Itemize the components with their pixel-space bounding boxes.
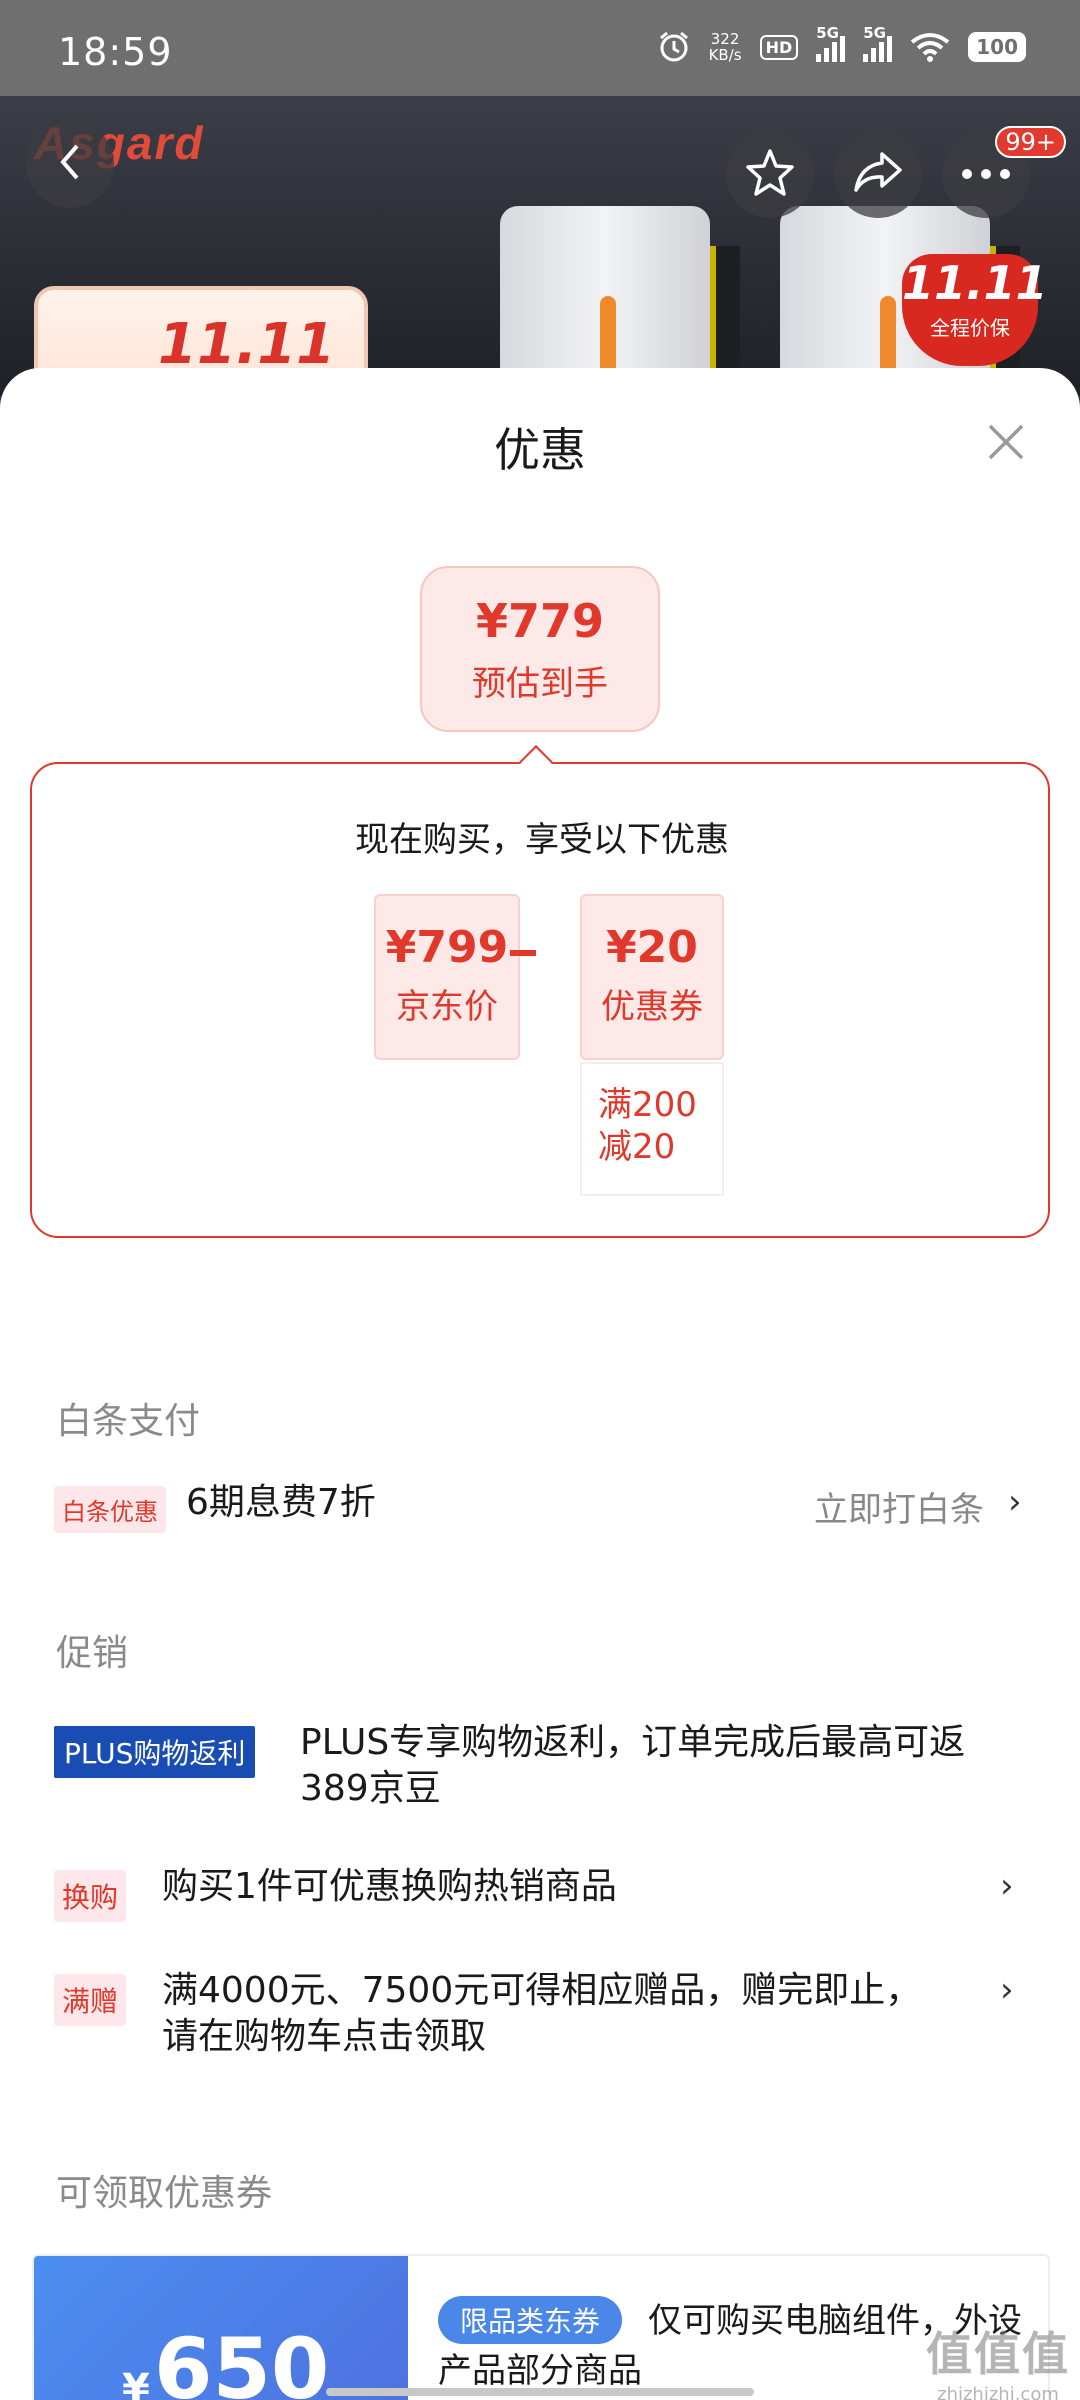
coupon-amount: 650	[154, 2320, 330, 2400]
promo-heading: 现在购买，享受以下优惠	[355, 820, 729, 860]
sheet-title: 优惠	[494, 423, 586, 477]
coupon-price: ¥20	[606, 922, 698, 973]
minus-sign	[510, 950, 536, 956]
promo-breakdown: 现在购买，享受以下优惠	[30, 762, 1050, 1238]
clock: 18:59	[58, 30, 173, 74]
price-protect-seal: 11.11 全程价保	[902, 254, 1048, 366]
product-hero: Asgard 11.11 99+ 11.11 全程价保	[0, 96, 1080, 396]
status-icons: 322 KB/s HD 5G 5G 100	[657, 24, 1026, 64]
status-bar: 18:59 322 KB/s HD 5G 5G 100	[0, 0, 1080, 96]
sim1-label: 5G	[816, 24, 839, 42]
wifi-icon	[910, 32, 950, 62]
hd-icon: HD	[759, 34, 799, 60]
sim2-label: 5G	[863, 24, 886, 42]
share-icon	[852, 150, 904, 198]
favorite-button[interactable]	[726, 130, 814, 218]
estimated-price-box: ¥779 预估到手	[420, 566, 660, 732]
chevron-right-icon: ›	[1000, 1970, 1014, 2010]
alarm-icon	[657, 30, 691, 64]
coupons-section-title: 可领取优惠券	[56, 2173, 273, 2214]
discount-sheet: 优惠 ¥779 预估到手 现在购买，享受以下优惠 ¥799 京东价 ¥20 优惠…	[0, 368, 1080, 2400]
close-button[interactable]	[984, 420, 1028, 464]
gift-text: 满4000元、7500元可得相应赠品，赠完即止，请在购物车点击领取	[162, 1970, 922, 2057]
coupon-condition: 满200 减20	[580, 1062, 724, 1196]
jd-price-label: 京东价	[396, 987, 498, 1027]
message-badge: 99+	[995, 126, 1066, 158]
network-speed-value: 322	[710, 30, 740, 48]
coupon-card[interactable]: ¥ 650 仅可购买电脑组件，外设产品部分商品 限品类东券	[32, 2254, 1050, 2400]
back-button[interactable]	[26, 120, 114, 208]
estimated-price-label: 预估到手	[472, 664, 608, 704]
exchange-text: 购买1件可优惠换购热销商品	[162, 1866, 617, 1907]
chevron-right-icon: ›	[1000, 1866, 1014, 1906]
exchange-tag: 换购	[54, 1870, 127, 1922]
baitiao-section-title: 白条支付	[56, 1401, 201, 1442]
coupon-type-tag: 限品类东券	[438, 2296, 623, 2344]
baitiao-tag: 白条优惠	[54, 1486, 166, 1533]
jd-price: ¥799	[385, 922, 509, 973]
gift-tag: 满赠	[54, 1974, 127, 2026]
signal-icon-sim2: 5G	[863, 24, 893, 62]
coupon-currency: ¥	[122, 2366, 150, 2400]
more-dots-icon	[961, 165, 1011, 184]
network-speed-unit: KB/s	[708, 46, 742, 64]
watermark-logo: 值值值	[926, 2327, 1070, 2381]
coupon-amount-panel: ¥ 650	[34, 2256, 408, 2400]
seal-number: 11.11	[902, 256, 1048, 310]
share-button[interactable]	[834, 130, 922, 218]
baitiao-text: 6期息费7折	[186, 1482, 376, 1523]
home-indicator[interactable]	[326, 2388, 754, 2396]
promotions-section-title: 促销	[56, 1633, 129, 1674]
jd-price-cell: ¥799 京东价	[374, 894, 520, 1060]
battery-icon: 100	[968, 32, 1026, 62]
network-speed: 322 KB/s	[709, 31, 742, 63]
estimated-price: ¥779	[475, 594, 605, 648]
close-icon	[984, 424, 1028, 468]
plus-rebate-tag: PLUS购物返利	[54, 1726, 256, 1778]
star-icon	[744, 147, 796, 201]
plus-rebate-text: PLUS专享购物返利，订单完成后最高可返389京豆	[300, 1722, 966, 1809]
condition-line-1: 满200	[598, 1085, 697, 1125]
seal-text: 全程价保	[930, 316, 1010, 340]
chevron-right-icon: ›	[1008, 1482, 1022, 1522]
coupon-label: 优惠券	[601, 987, 703, 1027]
coupon-cell: ¥20 优惠券	[580, 894, 724, 1060]
back-arrow-icon	[55, 142, 85, 186]
baitiao-action[interactable]: 立即打白条	[814, 1482, 984, 1531]
watermark: 值值值 zhizhizhi.com	[926, 2318, 1070, 2400]
signal-icon-sim1: 5G	[816, 24, 846, 62]
watermark-url: zhizhizhi.com	[937, 2384, 1059, 2400]
condition-line-2: 减20	[598, 1127, 676, 1167]
